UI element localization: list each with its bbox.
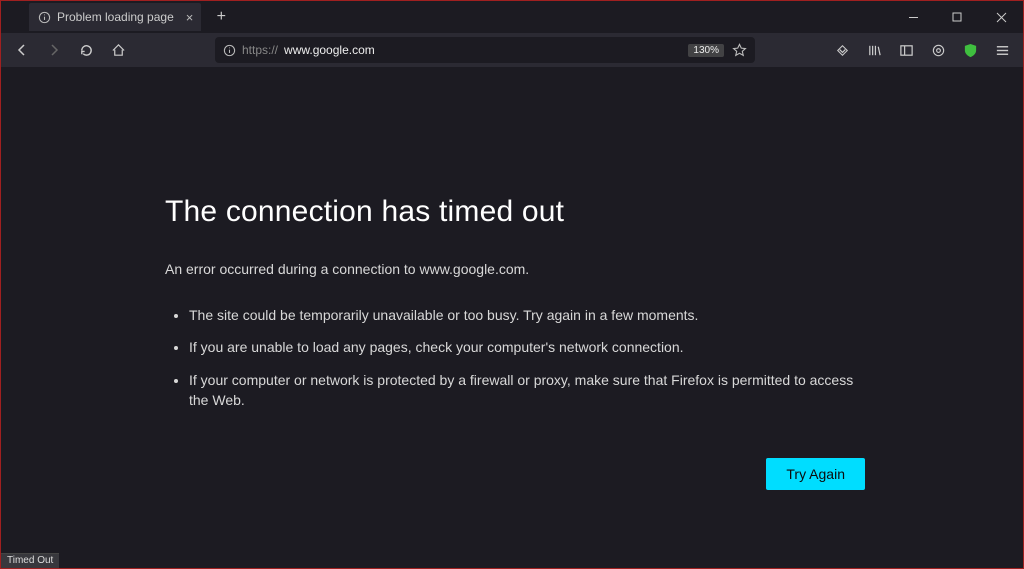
error-title: The connection has timed out [165, 195, 865, 229]
library-icon[interactable] [859, 36, 889, 64]
bookmark-star-icon[interactable] [732, 43, 747, 58]
extension-icon[interactable] [923, 36, 953, 64]
reload-button[interactable] [71, 36, 101, 64]
zoom-level-badge[interactable]: 130% [688, 44, 724, 57]
minimize-button[interactable] [891, 1, 935, 33]
error-suggestion-list: The site could be temporarily unavailabl… [165, 305, 865, 410]
site-info-icon[interactable] [223, 44, 236, 57]
tab-title: Problem loading page [57, 10, 174, 24]
error-message: An error occurred during a connection to… [165, 261, 865, 277]
page-content: The connection has timed out An error oc… [1, 67, 1023, 553]
status-bar: Timed Out [1, 553, 59, 568]
error-suggestion-item: If you are unable to load any pages, che… [189, 337, 865, 357]
home-button[interactable] [103, 36, 133, 64]
hamburger-menu-icon[interactable] [987, 36, 1017, 64]
tab-close-icon[interactable]: × [186, 10, 194, 25]
maximize-button[interactable] [935, 1, 979, 33]
error-box: The connection has timed out An error oc… [165, 195, 865, 410]
error-suggestion-item: The site could be temporarily unavailabl… [189, 305, 865, 325]
ublock-icon[interactable] [955, 36, 985, 64]
tab-strip: Problem loading page × + [1, 1, 1023, 33]
pocket-icon[interactable] [827, 36, 857, 64]
back-button[interactable] [7, 36, 37, 64]
nav-toolbar: https:// www.google.com 130% [1, 33, 1023, 67]
forward-button[interactable] [39, 36, 69, 64]
try-again-button[interactable]: Try Again [766, 458, 865, 490]
url-protocol: https:// [242, 43, 278, 57]
new-tab-button[interactable]: + [207, 3, 235, 31]
browser-tab[interactable]: Problem loading page × [29, 3, 201, 31]
url-bar[interactable]: https:// www.google.com 130% [215, 37, 755, 63]
url-host: www.google.com [284, 43, 375, 57]
status-text: Timed Out [7, 555, 53, 566]
close-window-button[interactable] [979, 1, 1023, 33]
error-suggestion-item: If your computer or network is protected… [189, 370, 865, 411]
sidebar-icon[interactable] [891, 36, 921, 64]
info-circle-icon [37, 10, 51, 24]
